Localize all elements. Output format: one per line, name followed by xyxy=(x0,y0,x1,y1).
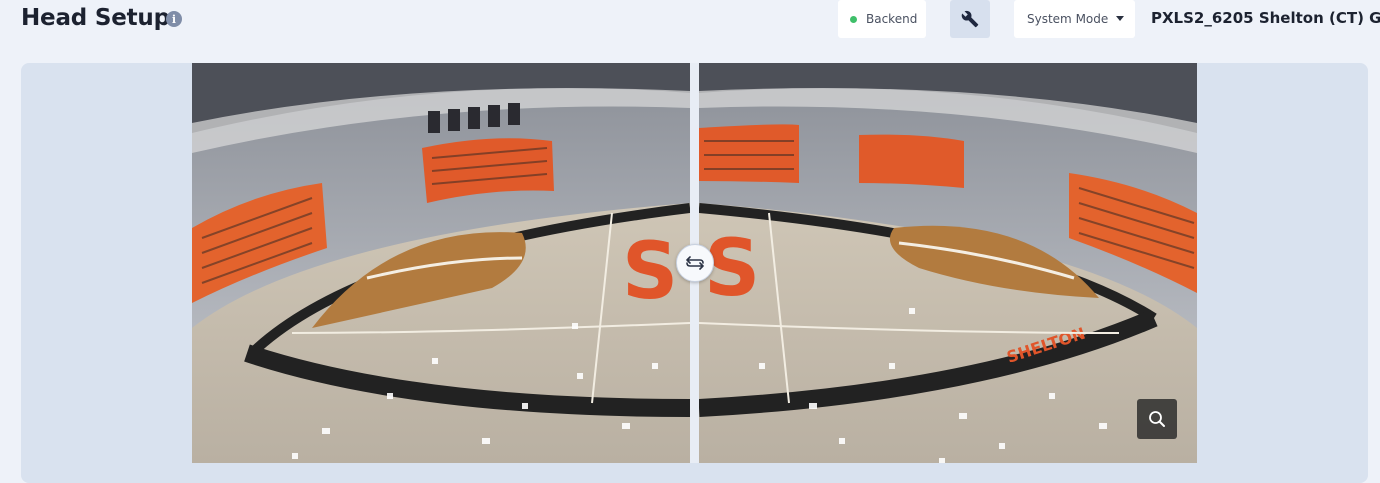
tools-button[interactable] xyxy=(950,0,990,38)
right-camera-image: S SHELTON xyxy=(699,63,1197,463)
status-dot xyxy=(850,15,857,23)
system-mode-label: System Mode xyxy=(1027,12,1109,26)
info-icon[interactable]: i xyxy=(166,11,182,27)
backend-button[interactable]: Backend xyxy=(838,0,926,38)
page-title: Head Setup xyxy=(21,5,170,31)
backend-label: Backend xyxy=(866,12,918,26)
camera-feed-right[interactable]: S SHELTON xyxy=(699,63,1197,463)
system-mode-select[interactable]: System Mode xyxy=(1014,0,1135,38)
venue-name: PXLS2_6205 Shelton (CT) Gym xyxy=(1151,9,1380,27)
svg-text:S: S xyxy=(622,227,678,317)
camera-feed-left[interactable]: S xyxy=(192,63,690,463)
swap-arrows-icon xyxy=(686,256,704,270)
caret-down-icon xyxy=(1116,16,1124,21)
header-bar: Head Setup i Backend System Mode PXLS2_6… xyxy=(0,0,1380,40)
zoom-icon xyxy=(1149,411,1165,427)
left-camera-image: S xyxy=(192,63,690,463)
wrench-icon xyxy=(961,10,979,28)
swap-feeds-button[interactable] xyxy=(676,244,714,282)
zoom-button[interactable] xyxy=(1137,399,1177,439)
